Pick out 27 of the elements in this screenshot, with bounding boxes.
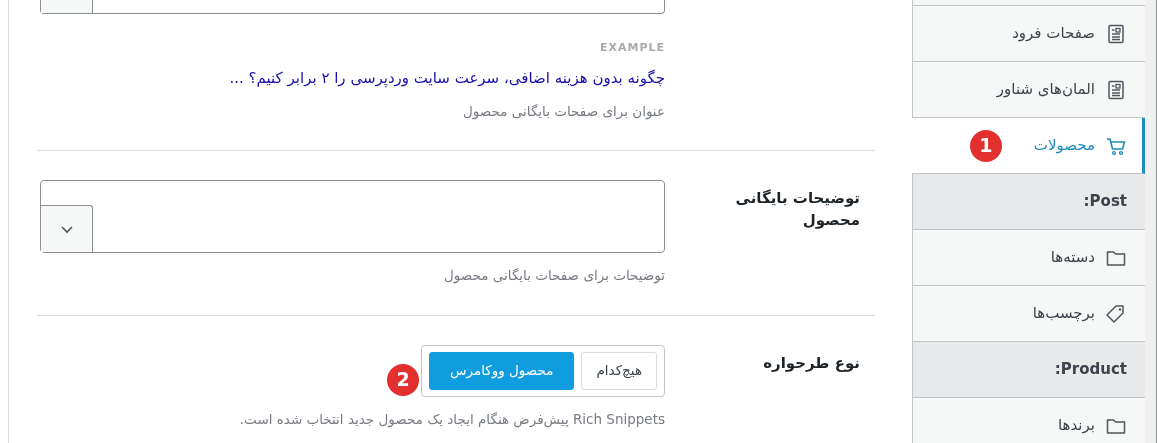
help-text: Rich Snippets پیش‌فرض هنگام ایجاد یک محصول جدید انتخاب شده است. — [238, 409, 665, 429]
dropdown-button[interactable] — [41, 205, 93, 253]
sidebar-item[interactable]: دسته‌ها — [912, 230, 1145, 286]
sidebar-header: Post: — [912, 174, 1145, 230]
option-button[interactable]: هیچ‌کدام — [581, 351, 657, 390]
sidebar-item-label: دسته‌ها — [1050, 247, 1095, 269]
number-badge: 2 — [387, 363, 419, 396]
textarea-field[interactable] — [40, 180, 665, 254]
help-text: توضیحات برای صفحات بایگانی محصول — [443, 266, 665, 286]
document-icon — [1105, 22, 1127, 45]
sidebar-item[interactable]: صفحات فرود — [912, 6, 1145, 62]
sidebar-item-label: محصولات — [1033, 135, 1095, 157]
sidebar-item-label: المان‌های شناور — [996, 79, 1095, 101]
sidebar-item[interactable]: برچسب‌ها — [912, 286, 1145, 342]
help-text: عنوان برای صفحات بایگانی محصول — [462, 102, 665, 122]
document-icon — [1105, 78, 1127, 101]
field-label: توضیحات بایگانی محصول — [734, 188, 861, 231]
tag-icon — [1105, 302, 1127, 325]
sidebar-item-label: برندها — [1058, 415, 1095, 437]
example-title: چگونه بدون هزینه اضافی، سرعت سایت وردپرسی را ۲ برابر کنیم؟ ... — [228, 67, 665, 89]
sidebar-item-label: صفحات فرود — [1012, 23, 1095, 45]
sidebar-item[interactable]: المان‌های شناور — [912, 62, 1145, 118]
number-badge: 1 — [969, 129, 1002, 162]
sidebar-item-label: برچسب‌ها — [1032, 303, 1095, 325]
sidebar-header: Product: — [912, 342, 1145, 398]
field-label: نوع طرحواره — [762, 352, 861, 374]
example-label: EXAMPLE — [598, 40, 665, 56]
